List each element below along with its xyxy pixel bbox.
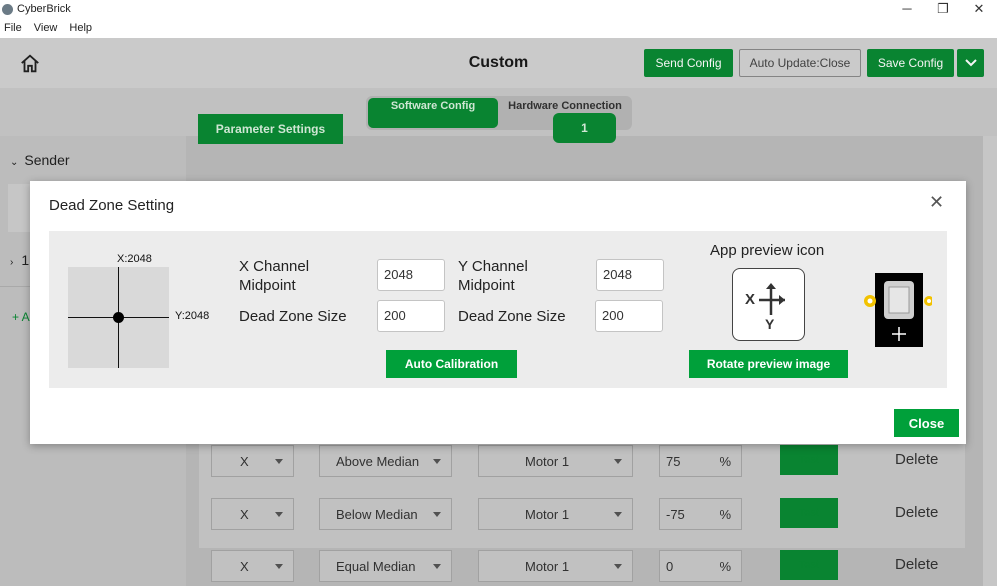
window-controls: ─ ❐ ✕ [889,0,997,18]
menu-help[interactable]: Help [69,22,92,34]
menu-view[interactable]: View [34,22,58,34]
move-arrows-icon [759,283,785,315]
title-bar: CyberBrick ─ ❐ ✕ [0,0,997,18]
controller-device-icon [864,273,932,347]
joystick-position-dot [113,312,124,323]
y-deadzone-input[interactable]: 200 [595,300,663,332]
joystick-y-readout: Y:2048 [175,310,210,322]
app-preview-icon: X Y [732,268,805,341]
y-midpoint-input[interactable]: 2048 [596,259,664,291]
menu-bar: File View Help [0,18,997,38]
dialog-close-icon[interactable]: ✕ [929,192,944,213]
dialog-title: Dead Zone Setting [49,197,175,214]
maximize-button[interactable]: ❐ [925,0,961,18]
x-deadzone-label: Dead Zone Size [239,308,347,325]
window-close-button[interactable]: ✕ [961,0,997,18]
app-logo-icon [2,3,13,15]
dialog-close-button[interactable]: Close [894,409,959,437]
rotate-preview-button[interactable]: Rotate preview image [689,350,848,378]
dead-zone-dialog: Dead Zone Setting ✕ X:2048 Y:2048 X Chan… [30,181,966,444]
minimize-button[interactable]: ─ [889,0,925,18]
preview-title: App preview icon [710,242,825,259]
y-midpoint-label: Y Channel Midpoint [458,258,528,294]
preview-x-label: X [745,291,756,308]
joystick-preview [68,267,169,368]
auto-calibration-button[interactable]: Auto Calibration [386,350,517,378]
y-deadzone-label: Dead Zone Size [458,308,566,325]
x-midpoint-label: X Channel Midpoint [239,258,310,294]
preview-y-label: Y [765,316,775,332]
dead-zone-panel: X:2048 Y:2048 X Channel Midpoint 2048 Y … [49,231,947,388]
x-midpoint-input[interactable]: 2048 [377,259,445,291]
window-title: CyberBrick [17,3,71,15]
x-deadzone-input[interactable]: 200 [377,300,445,332]
menu-file[interactable]: File [4,22,22,34]
